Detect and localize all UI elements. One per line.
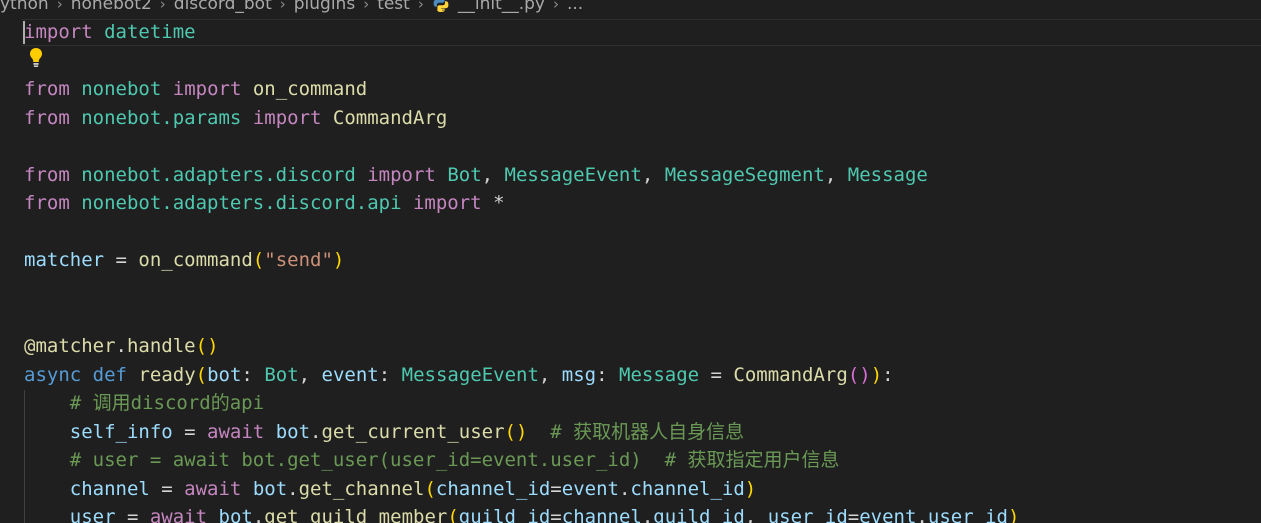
token-decorator: @ [24,335,36,357]
token-parameter: channel_id [435,478,551,500]
token-keyword: await [207,421,265,443]
code-editor[interactable]: ython › nonebot2 › discord_bot › plugins… [0,0,1261,523]
token-string: "send" [264,249,333,271]
code-line-1[interactable]: import datetime [24,18,196,46]
code-line-15[interactable]: self_info = await bot.get_current_user()… [24,418,744,446]
token-comment: # 调用discord的api [69,392,265,414]
token-decorator-object: matcher [35,335,116,357]
token-function: CommandArg [733,364,848,386]
token-function: CommandArg [332,107,448,129]
breadcrumb-item-python[interactable]: ython [0,0,49,14]
token-variable: bot [275,421,311,443]
token-function: on_command [252,78,368,100]
token-module: datetime [104,21,196,43]
token-property: user_id [927,506,1008,523]
token-variable: matcher [24,249,105,271]
token-variable: bot [252,478,288,500]
token-function: handle [126,335,196,357]
code-line-3[interactable]: from nonebot import on_command [24,75,367,103]
code-line-4[interactable]: from nonebot.params import CommandArg [24,104,447,132]
breadcrumb-separator: › [363,0,370,13]
code-line-7[interactable]: from nonebot.adapters.discord.api import… [24,189,505,217]
token-class: Message [847,164,928,186]
breadcrumb-item-discord-bot[interactable]: discord_bot [174,0,272,14]
token-keyword: from [24,78,70,100]
token-function: on_command [138,249,253,271]
token-variable: channel [561,506,642,523]
token-parameter: user_id [767,506,848,523]
token-keyword: import [24,21,93,43]
breadcrumb-item-file[interactable]: __init__.py [458,0,545,14]
breadcrumb-item-test[interactable]: test [377,0,410,14]
lightbulb-icon[interactable] [26,46,46,70]
token-class: Message [619,364,700,386]
code-line-18[interactable]: user = await bot.get_guild_member(guild_… [24,503,1020,523]
breadcrumb: ython › nonebot2 › discord_bot › plugins… [0,0,583,15]
token-function: get_guild_member [264,506,448,523]
token-variable: user [69,506,116,523]
token-property: channel_id [630,478,745,500]
token-variable: event [561,478,619,500]
token-keyword: async [24,364,82,386]
token-class: Bot [264,364,299,386]
breadcrumb-separator: › [159,0,166,13]
token-variable: self_info [69,421,173,443]
token-function: get_channel [298,478,425,500]
text-cursor [23,21,25,44]
token-class: MessageEvent [401,364,539,386]
code-line-14[interactable]: # 调用discord的api [24,389,264,417]
token-keyword: from [24,164,70,186]
token-keyword: import [367,164,436,186]
token-variable: bot [218,506,253,523]
token-keyword: def [92,364,127,386]
code-line-17[interactable]: channel = await bot.get_channel(channel_… [24,475,756,503]
token-comment: # 获取机器人自身信息 [550,421,745,443]
breadcrumb-separator: › [417,0,424,13]
token-class: MessageEvent [504,164,642,186]
token-property: guild_id [653,506,745,523]
breadcrumb-separator: › [553,0,559,13]
python-file-icon [432,0,450,13]
token-parameter: event [321,364,379,386]
breadcrumb-item-plugins[interactable]: plugins [294,0,355,14]
token-module: nonebot.params [81,107,242,129]
code-line-13[interactable]: async def ready(bot: Bot, event: Message… [24,361,894,389]
token-parameter: guild_id [458,506,551,523]
token-class: MessageSegment [664,164,825,186]
token-variable: channel [69,478,150,500]
token-operator: * [493,192,505,214]
code-line-12[interactable]: @matcher.handle() [24,332,219,360]
token-keyword: from [24,192,70,214]
token-keyword: import [172,78,242,100]
token-keyword: await [184,478,242,500]
current-line-highlight [22,19,1261,46]
token-parameter: msg [561,364,597,386]
code-line-9[interactable]: matcher = on_command("send") [24,246,344,274]
token-variable: event [859,506,917,523]
token-keyword: await [149,506,208,523]
code-line-6[interactable]: from nonebot.adapters.discord import Bot… [24,161,928,189]
token-keyword: from [24,107,70,129]
token-keyword: import [412,192,482,214]
token-parameter: bot [207,364,242,386]
token-class: Bot [447,164,482,186]
code-line-16[interactable]: # user = await bot.get_user(user_id=even… [24,446,840,474]
token-keyword: import [252,107,322,129]
token-module: nonebot [81,78,162,100]
breadcrumb-separator: › [279,0,286,13]
token-module: nonebot.adapters.discord.api [81,192,402,214]
breadcrumb-ellipsis[interactable]: ... [567,0,583,14]
breadcrumb-item-nonebot2[interactable]: nonebot2 [71,0,152,14]
token-function: ready [138,364,196,386]
token-module: nonebot.adapters.discord [81,164,356,186]
token-function: get_current_user [321,421,505,443]
token-comment: # user = await bot.get_user(user_id=even… [69,449,840,471]
breadcrumb-separator: › [56,0,63,13]
